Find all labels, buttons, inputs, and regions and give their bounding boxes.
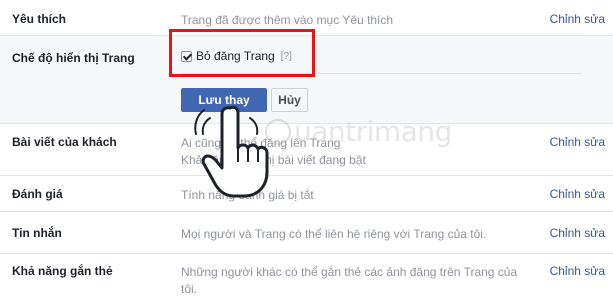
row-label: Đánh giá <box>12 187 63 201</box>
edit-link-visitor-posts[interactable]: Chỉnh sửa <box>550 135 605 149</box>
row-label: Yêu thích <box>12 12 67 26</box>
highlight-box <box>169 29 315 77</box>
settings-row-tagging: Khả năng gắn thẻ Những người khác có thể… <box>0 254 613 300</box>
settings-row-reviews: Đánh giá Tính năng đánh giá bị tắt Chỉnh… <box>0 176 613 212</box>
edit-link-messages[interactable]: Chỉnh sửa <box>550 226 605 240</box>
row-label: Chế độ hiển thị Trang <box>12 51 135 65</box>
row-value: Mọi người và Trang có thể liên hệ riêng … <box>181 227 487 241</box>
page-settings-panel: Yêu thích Trang đã được thêm vào mục Yêu… <box>0 0 613 300</box>
edit-link-tagging[interactable]: Chỉnh sửa <box>550 264 605 278</box>
watermark: uantrimang <box>265 115 452 148</box>
row-value: Những người khác có thể gắn thẻ các ảnh … <box>181 265 518 296</box>
row-label: Bài viết của khách <box>12 135 117 149</box>
edit-link-reviews[interactable]: Chỉnh sửa <box>550 187 605 201</box>
pointing-hand-icon <box>194 105 269 198</box>
row-value: Trang đã được thêm vào mục Yêu thích <box>181 13 394 27</box>
edit-link-favorites[interactable]: Chỉnh sửa <box>550 12 605 26</box>
row-label: Khả năng gắn thẻ <box>12 264 113 278</box>
watermark-text: uantrimang <box>294 115 452 148</box>
settings-row-messages: Tin nhắn Mọi người và Trang có thể liên … <box>0 212 613 254</box>
row-label: Tin nhắn <box>12 226 62 240</box>
